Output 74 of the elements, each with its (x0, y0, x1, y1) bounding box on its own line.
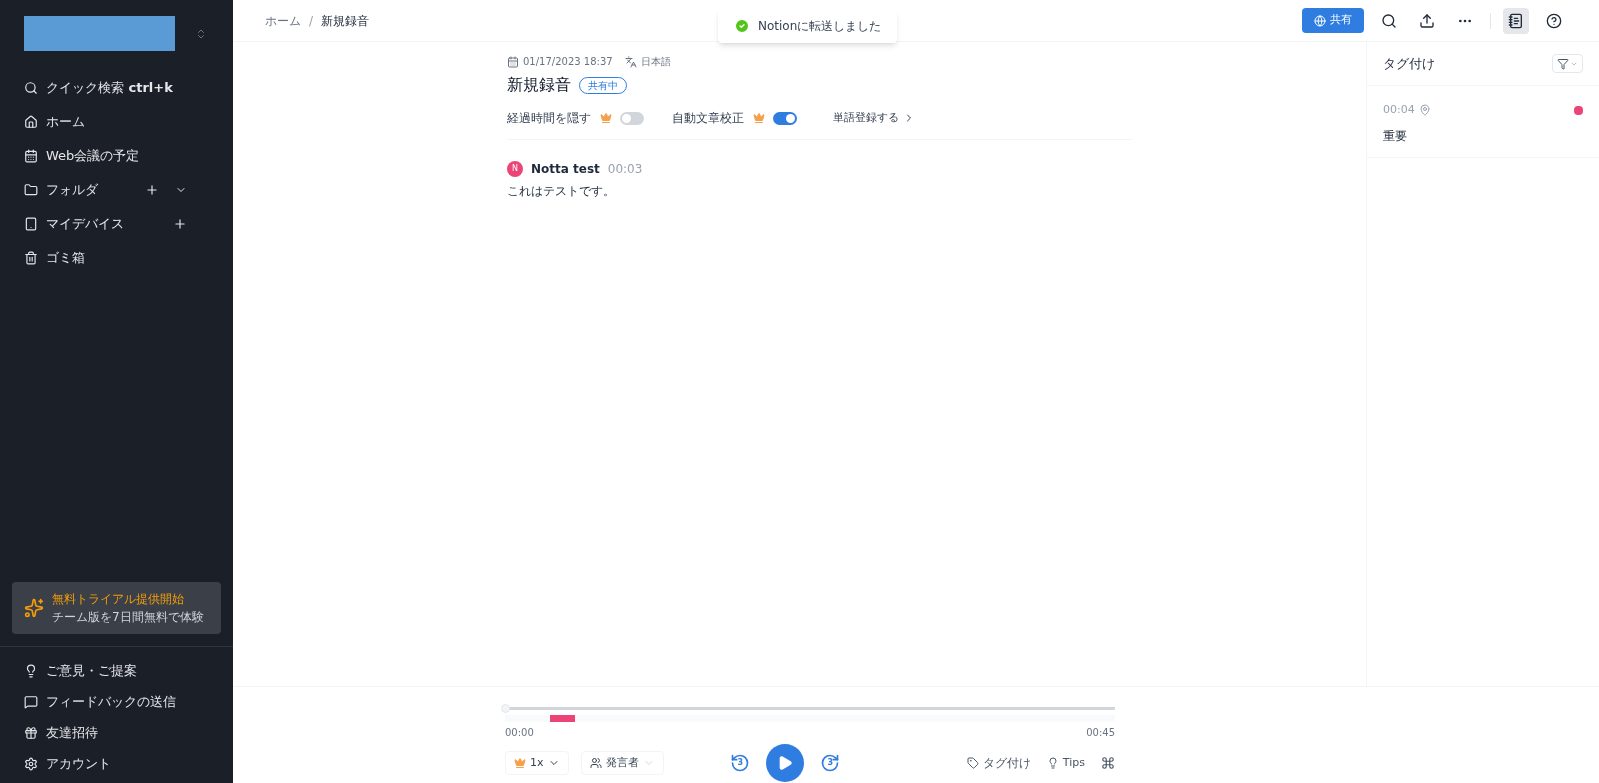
tips-button[interactable]: Tips (1046, 754, 1085, 772)
check-icon (734, 18, 750, 34)
forward-button[interactable]: 3 (820, 753, 841, 773)
rewind-icon (730, 753, 751, 773)
search-icon (24, 81, 38, 95)
tag-icon (966, 757, 979, 769)
add-icon[interactable] (145, 183, 159, 197)
toast-message: Notionに転送しました (758, 18, 882, 35)
tag-button[interactable]: タグ付け (966, 754, 1031, 772)
filter-button[interactable] (1552, 54, 1583, 73)
speaker-dropdown[interactable]: 発言者 (580, 751, 664, 775)
option-label: 自動文章校正 (672, 110, 745, 127)
sparkle-icon (24, 598, 44, 618)
trash-icon (24, 251, 38, 265)
notes-icon[interactable] (1503, 7, 1529, 34)
word-register-link[interactable]: 単語登録する (833, 109, 915, 127)
trial-title: 無料トライアル提供開始 (52, 591, 185, 608)
people-icon (589, 757, 602, 769)
crown-icon (753, 112, 765, 124)
sidebar-item[interactable]: マイデバイス (46, 214, 165, 234)
account-icon (24, 756, 38, 771)
tag-marker[interactable] (550, 715, 575, 722)
language-icon (624, 55, 637, 68)
bulb-icon (1046, 757, 1059, 769)
filter-icon (1557, 57, 1569, 70)
sidebar-footer-item[interactable]: 友達招待 (46, 722, 98, 743)
breadcrumb-link[interactable]: ホーム (265, 11, 301, 30)
sidebar-footer-item[interactable]: フィードバックの送信 (46, 691, 176, 712)
rewind-button[interactable]: 3 (730, 753, 751, 773)
pin-icon (1418, 104, 1431, 117)
home-icon (24, 115, 38, 129)
sidebar-item[interactable]: フォルダ (46, 180, 137, 200)
sidebar-footer-item[interactable]: アカウント (46, 753, 111, 774)
panel-title: タグ付け (1383, 54, 1435, 73)
speaker-name[interactable]: Notta test (531, 160, 600, 178)
device-icon (24, 217, 38, 231)
option-label: 経過時間を隠す (507, 110, 592, 127)
speaker-avatar: N (507, 161, 523, 177)
sidebar-item[interactable]: Web会議の予定 (46, 146, 187, 166)
switch-icon[interactable] (195, 27, 207, 40)
toggle-switch[interactable] (773, 111, 797, 125)
feedback-icon (24, 694, 38, 709)
transcript-text: これはテストです。 (507, 183, 616, 200)
recording-title[interactable]: 新規録音 (507, 73, 571, 97)
folder-icon (24, 183, 38, 197)
share-button[interactable]: 共有 (1302, 8, 1364, 33)
breadcrumb-link[interactable]: 新規録音 (321, 11, 370, 30)
forward-icon (820, 753, 841, 773)
play-button[interactable] (766, 744, 805, 782)
breadcrumb-separator: / (309, 12, 314, 30)
sidebar-item[interactable]: クイック検索 ctrl+k (46, 78, 187, 98)
add-icon[interactable] (173, 217, 187, 231)
speed-dropdown[interactable]: 1x (505, 751, 569, 775)
tag-label: 重要 (1383, 127, 1408, 145)
globe-icon (1314, 14, 1326, 27)
shortcut-icon[interactable] (1101, 756, 1115, 770)
recording-language[interactable]: 日本語 (640, 54, 671, 69)
end-time: 00:45 (1086, 726, 1115, 740)
gift-icon (24, 725, 38, 740)
sidebar-item[interactable]: ホーム (46, 112, 187, 132)
progress-thumb[interactable] (501, 704, 510, 713)
toggle-switch[interactable] (620, 111, 644, 125)
crown-icon (514, 757, 526, 769)
sidebar-item[interactable]: ゴミ箱 (46, 248, 187, 268)
start-time: 00:00 (505, 726, 534, 740)
calendar-icon (507, 55, 519, 68)
play-icon (777, 755, 794, 771)
trial-banner[interactable]: 無料トライアル提供開始 チーム版を7日間無料で体験 (12, 582, 221, 634)
recording-date: 01/17/2023 18:37 (523, 55, 613, 69)
bulb-icon (24, 663, 38, 678)
calendar-icon (24, 149, 38, 163)
sidebar-footer-item[interactable]: ご意見・ご提案 (46, 660, 137, 681)
crown-icon (600, 112, 612, 124)
trial-subtitle: チーム版を7日間無料で体験 (52, 609, 204, 626)
